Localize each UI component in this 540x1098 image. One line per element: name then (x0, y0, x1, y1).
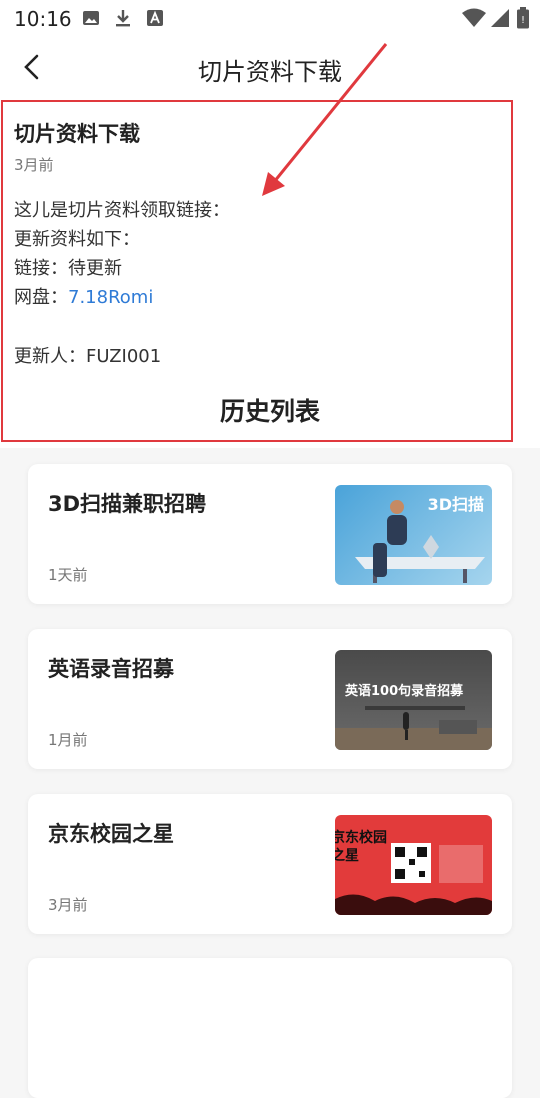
pan-link[interactable]: 7.18Romi (68, 287, 153, 308)
history-card[interactable]: 京东校园之星 3月前 京东校园之星 (28, 794, 512, 934)
thumb-caption: 英语100句录音招募 (345, 684, 464, 699)
article-line: 这儿是切片资料领取链接： (14, 200, 230, 221)
status-time: 10:16 (14, 7, 72, 31)
card-thumbnail: 京东校园之星 (335, 815, 492, 915)
card-thumbnail: 3D扫描 (335, 485, 492, 585)
font-icon (147, 10, 163, 26)
status-bar: 10:16 ! (0, 0, 540, 38)
signal-icon (491, 9, 509, 27)
article-pan-line: 网盘：7.18Romi (14, 283, 153, 309)
wifi-icon (462, 8, 486, 27)
svg-text:!: ! (521, 15, 525, 26)
page-title: 切片资料下载 (198, 58, 342, 86)
card-title: 京东校园之星 (48, 822, 174, 846)
history-heading: 历史列表 (219, 397, 320, 426)
history-card[interactable] (28, 958, 512, 1098)
article-line: 链接：待更新 (14, 258, 122, 279)
card-thumbnail: 英语100句录音招募 (335, 650, 492, 750)
card-time: 3月前 (48, 896, 88, 914)
app-header: 切片资料下载 (0, 38, 540, 98)
card-title: 3D扫描兼职招聘 (48, 492, 207, 516)
card-time: 1天前 (48, 566, 88, 584)
article-updater: 更新人：FUZI001 (14, 346, 162, 367)
article-title: 切片资料下载 (14, 122, 140, 146)
card-title: 英语录音招募 (48, 657, 174, 681)
article-line: 更新资料如下： (14, 229, 140, 250)
card-time: 1月前 (48, 731, 88, 749)
thumb-caption: 3D扫描 (427, 495, 484, 514)
article-section: 切片资料下载 3月前 这儿是切片资料领取链接： 更新资料如下： 链接：待更新 网… (0, 98, 540, 448)
pan-label: 网盘： (14, 287, 68, 308)
battery-icon: ! (517, 7, 529, 29)
download-icon (116, 10, 130, 27)
image-icon (83, 11, 99, 25)
history-card[interactable]: 英语录音招募 1月前 英语100句录音招募 (28, 629, 512, 769)
history-card[interactable]: 3D扫描兼职招聘 1天前 3D扫描 (28, 464, 512, 604)
article-time: 3月前 (14, 156, 54, 174)
thumb-caption: 京东校园之星 (335, 830, 387, 864)
mic-illustration (335, 706, 492, 750)
